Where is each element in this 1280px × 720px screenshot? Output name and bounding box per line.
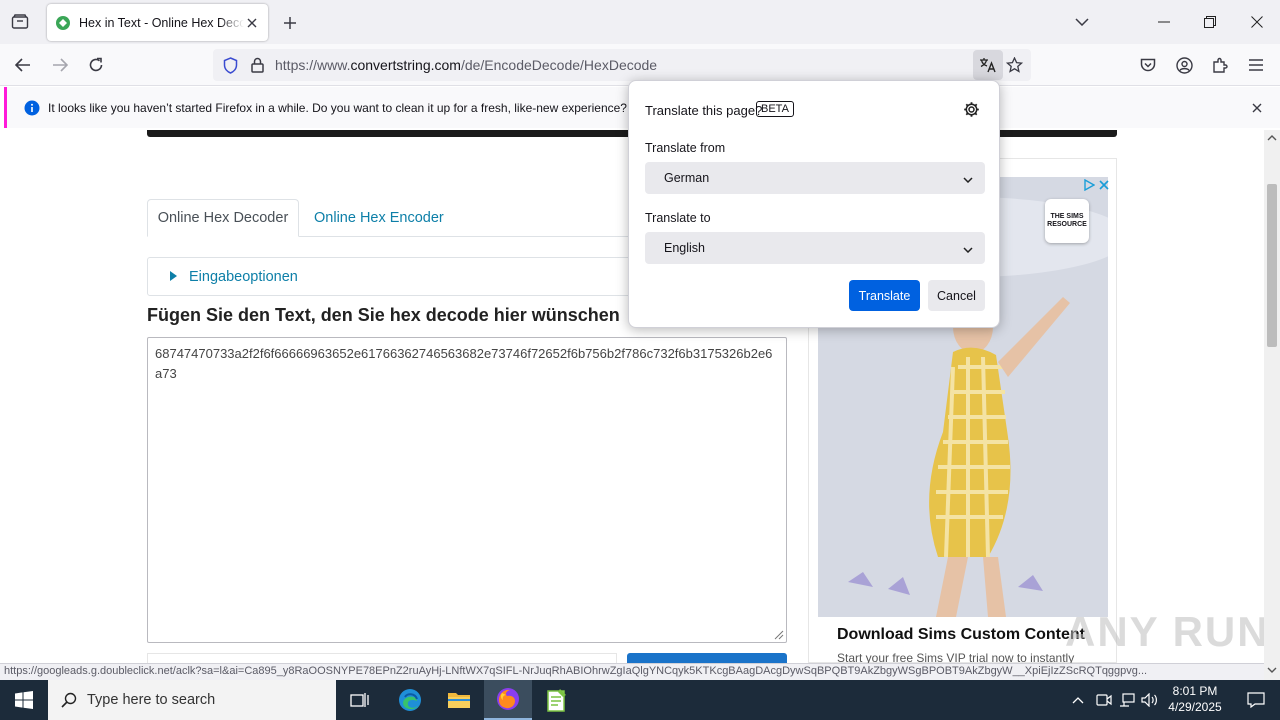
info-icon [23, 99, 40, 116]
tab-hex-decoder[interactable]: Online Hex Decoder [147, 199, 299, 237]
taskbar-search-box[interactable]: Type here to search [48, 680, 336, 720]
search-icon [60, 691, 78, 709]
input-heading: Fügen Sie den Text, den Sie hex decode h… [147, 305, 620, 325]
minimize-icon[interactable] [1152, 10, 1176, 34]
clock-time: 8:01 PM [1172, 684, 1218, 698]
task-view-icon[interactable] [336, 680, 384, 720]
restore-icon[interactable] [1198, 10, 1222, 34]
notification-close-icon[interactable] [1248, 99, 1266, 117]
bottom-advertisement[interactable] [147, 653, 617, 663]
input-options-label: Eingabeoptionen [189, 269, 298, 285]
network-icon[interactable] [1115, 680, 1139, 720]
pocket-icon[interactable] [1136, 53, 1160, 77]
translate-from-label: Translate from [645, 141, 726, 155]
windows-start-icon[interactable] [0, 680, 48, 720]
translate-popup-title: Translate this page? [645, 103, 763, 118]
volume-icon[interactable] [1138, 680, 1162, 720]
scroll-up-icon[interactable] [1267, 134, 1277, 142]
forward-arrow-icon[interactable] [47, 52, 73, 78]
resize-grip-icon[interactable] [772, 628, 784, 640]
translate-to-select[interactable]: English [645, 232, 985, 264]
clock-date: 4/29/2025 [1168, 700, 1222, 714]
url-path: /de/EncodeDecode/HexDecode [460, 57, 658, 73]
scroll-down-icon[interactable] [1267, 666, 1277, 674]
watermark-text: ANY RUN [1065, 608, 1264, 655]
notepad-plus-icon[interactable] [533, 680, 581, 720]
tab-hex-encoder[interactable]: Online Hex Encoder [314, 210, 444, 226]
cancel-button[interactable]: Cancel [928, 280, 985, 311]
window-close-icon[interactable] [1245, 10, 1269, 34]
ad-choices-icon[interactable] [1083, 179, 1095, 191]
meet-now-icon[interactable] [1092, 680, 1116, 720]
translate-to-label: Translate to [645, 211, 711, 225]
search-placeholder: Type here to search [87, 692, 216, 708]
chevron-down-icon [963, 242, 973, 256]
firefox-taskbar-icon[interactable] [484, 680, 532, 720]
list-tabs-chevron-icon[interactable] [1070, 10, 1094, 34]
url-prefix: https://www. [275, 57, 351, 73]
browser-tab-active[interactable]: Hex in Text - Online Hex Decod [47, 4, 268, 41]
translate-page-icon[interactable] [973, 50, 1003, 80]
reload-icon[interactable] [83, 52, 109, 78]
site-favicon-icon [55, 15, 71, 31]
bookmark-star-icon[interactable] [1004, 55, 1024, 75]
ad-logo: THE SIMS RESOURCE [1045, 199, 1089, 243]
beta-badge: BETA [756, 101, 794, 117]
new-tab-icon[interactable] [279, 12, 301, 34]
tab-title: Hex in Text - Online Hex Decod [79, 15, 244, 30]
hex-input-textarea[interactable]: 68747470733a2f2f6f66666963652e6176636274… [147, 337, 787, 643]
account-icon[interactable] [1172, 53, 1196, 77]
tray-chevron-up-icon[interactable] [1066, 680, 1090, 720]
gear-icon[interactable] [963, 101, 980, 121]
extensions-puzzle-icon[interactable] [1208, 53, 1232, 77]
firefox-view-icon[interactable] [6, 10, 34, 34]
page-scrollbar[interactable] [1264, 130, 1280, 680]
windows-taskbar: Type here to search 8:01 PM 4/29/2025 [0, 680, 1280, 720]
hamburger-menu-icon[interactable] [1244, 53, 1268, 77]
back-arrow-icon[interactable] [10, 52, 36, 78]
translate-to-value: English [664, 241, 705, 255]
translate-button[interactable]: Translate [849, 280, 920, 311]
ad-title: Download Sims Custom Content [837, 626, 1085, 643]
translate-from-select[interactable]: German [645, 162, 985, 194]
url-text: https://www.convertstring.com/de/EncodeD… [275, 57, 657, 73]
edge-browser-icon[interactable] [386, 680, 434, 720]
translate-from-value: German [664, 171, 710, 185]
ad-choices[interactable] [1083, 179, 1110, 191]
padlock-icon[interactable] [249, 56, 265, 74]
file-explorer-icon[interactable] [435, 680, 483, 720]
notification-center-icon[interactable] [1232, 680, 1280, 720]
link-status-url: https://googleads.g.doubleclick.net/aclk… [0, 663, 1264, 680]
chevron-down-icon [963, 172, 973, 186]
hex-decode-button[interactable]: Hex Decode! [627, 653, 787, 663]
tab-close-icon[interactable] [244, 15, 260, 31]
url-host: convertstring.com [350, 57, 461, 73]
notification-message: It looks like you haven’t started Firefo… [48, 101, 638, 115]
url-bar[interactable]: https://www.convertstring.com/de/EncodeD… [213, 49, 1031, 81]
tracking-shield-icon[interactable] [221, 56, 239, 74]
tab-strip: Hex in Text - Online Hex Decod [0, 0, 1280, 44]
scrollbar-thumb[interactable] [1267, 184, 1277, 347]
translate-popup: Translate this page? BETA Translate from… [628, 80, 1000, 328]
expand-triangle-icon [170, 271, 177, 281]
taskbar-clock[interactable]: 8:01 PM 4/29/2025 [1160, 683, 1230, 715]
ad-close-icon[interactable] [1098, 179, 1110, 191]
